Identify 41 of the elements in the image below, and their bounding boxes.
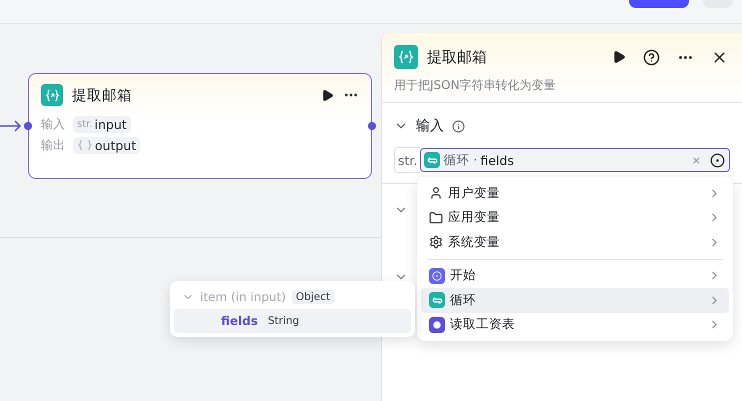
- variable-name: output: [94, 138, 136, 153]
- type-tag: Object: [292, 290, 334, 304]
- connector-arrow: [0, 120, 22, 132]
- menu-item[interactable]: 应用变量: [421, 206, 729, 230]
- tree-item[interactable]: fields String: [174, 309, 411, 333]
- tree-item[interactable]: item (in input) Object: [174, 285, 411, 309]
- info-icon: [452, 120, 465, 132]
- menu-item[interactable]: 系统变量: [421, 230, 729, 254]
- json-node-icon: [41, 84, 63, 106]
- cube-icon: [429, 316, 445, 333]
- tree-label: item (in input): [200, 290, 286, 304]
- menu-item[interactable]: 用户变量: [421, 181, 729, 206]
- type-label: str.: [77, 119, 93, 130]
- port-label: 输出: [41, 137, 65, 154]
- run-icon[interactable]: [321, 88, 334, 102]
- help-icon[interactable]: [643, 48, 660, 66]
- node-title: 提取邮箱: [72, 86, 133, 104]
- input-port[interactable]: [24, 122, 32, 130]
- menu-item[interactable]: 循环: [421, 288, 729, 312]
- run-icon[interactable]: [612, 50, 626, 64]
- menu-item[interactable]: 开始: [421, 264, 729, 288]
- variable-field[interactable]: 循环 · fields ×: [420, 148, 730, 172]
- type-label: { }: [77, 140, 93, 151]
- section-title: 输入: [416, 117, 444, 135]
- target-icon[interactable]: [710, 152, 725, 168]
- start-node-icon: [429, 268, 445, 284]
- variable-name: fields: [480, 152, 515, 168]
- source-label: 循环 ·: [443, 152, 478, 168]
- settings-icon: [429, 235, 443, 250]
- json-node-icon: [394, 45, 418, 69]
- panel-description: 用于把JSON字符串转化为变量: [394, 77, 557, 94]
- loop-icon: [429, 292, 445, 308]
- port-label: 输入: [41, 116, 65, 133]
- menu-item[interactable]: 读取工资表: [421, 312, 729, 337]
- output-port[interactable]: [368, 122, 376, 130]
- tree-label: fields: [221, 314, 258, 328]
- variable-name: input: [94, 117, 127, 132]
- panel-title: 提取邮箱: [427, 48, 488, 66]
- loop-icon: [424, 152, 440, 168]
- folder-icon: [429, 210, 443, 225]
- user-icon: [429, 186, 443, 200]
